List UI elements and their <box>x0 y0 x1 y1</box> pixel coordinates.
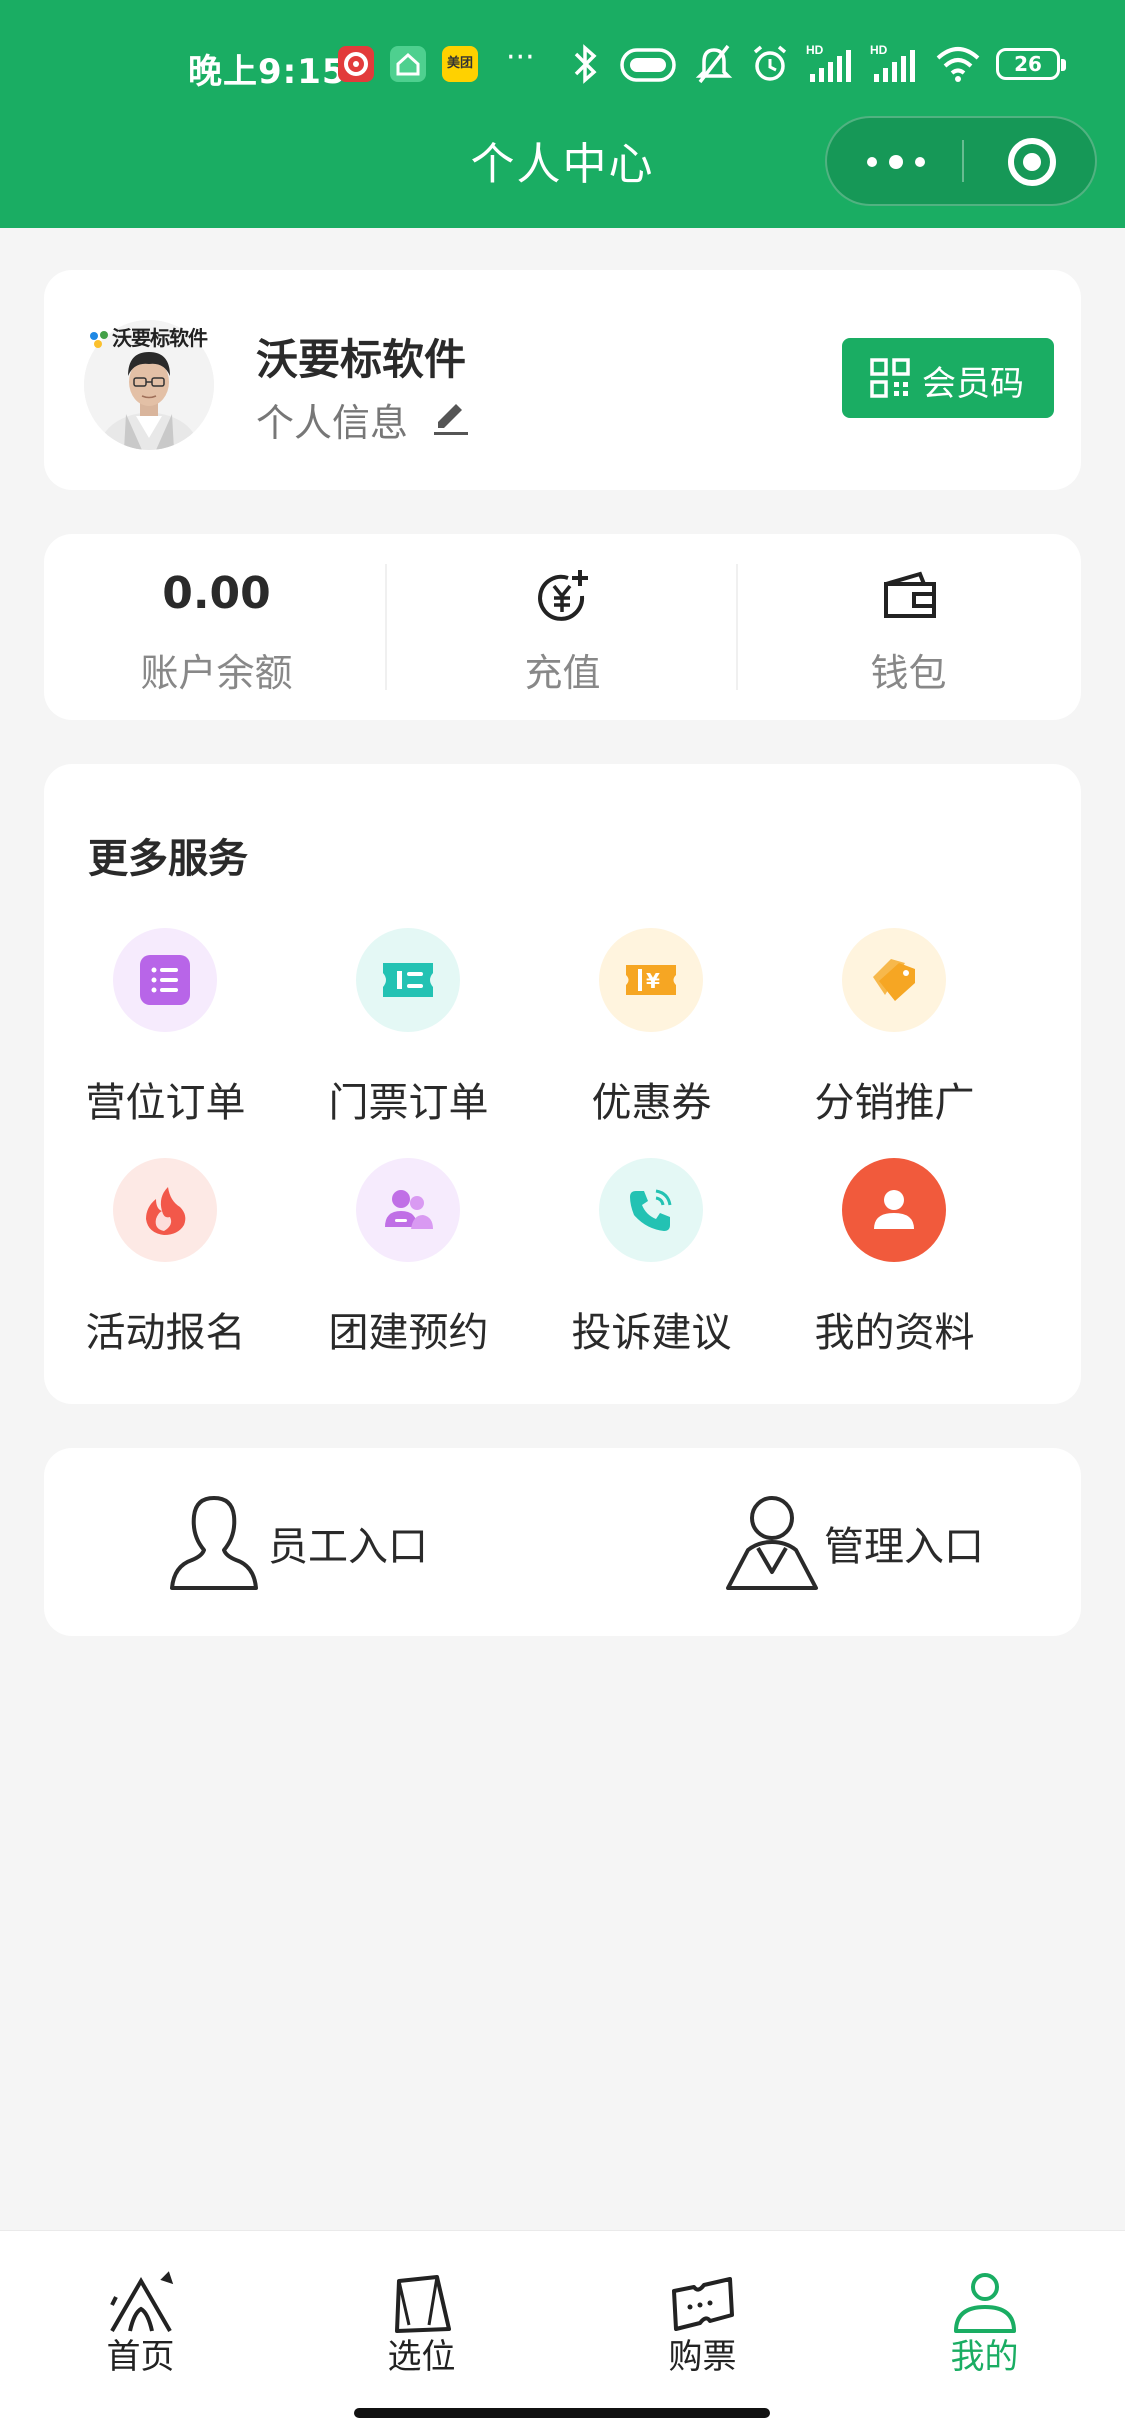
service-label: 投诉建议 <box>571 1310 732 1356</box>
coupon-icon: ¥ <box>599 928 703 1032</box>
service-team-building[interactable]: 团建预约 <box>287 1158 530 1378</box>
phone-icon <box>599 1158 703 1262</box>
svg-text:¥: ¥ <box>646 969 660 993</box>
house-app-icon <box>390 46 426 82</box>
wallet-icon <box>884 571 936 618</box>
service-label: 优惠券 <box>591 1080 712 1126</box>
service-distribution[interactable]: 分销推广 <box>773 928 1016 1148</box>
header-bar: 晚上9:15 美团 ··· HD HD 26 个人中心 <box>0 0 1125 228</box>
balance-value: 0.00 <box>162 568 271 619</box>
avatar-logo-text: 沃要标软件 <box>88 322 208 351</box>
tab-label: 购票 <box>668 2337 737 2377</box>
service-coupons[interactable]: ¥ 优惠券 <box>530 928 773 1148</box>
service-label: 活动报名 <box>85 1310 246 1356</box>
tab-select-site[interactable]: 选位 <box>281 2231 562 2391</box>
brand-logo-icon <box>90 330 108 348</box>
ticket-icon <box>356 928 460 1032</box>
tent-icon <box>110 2271 174 2333</box>
user-name: 沃要标软件 <box>256 335 467 384</box>
manager-icon <box>726 1496 818 1590</box>
netease-music-icon <box>338 46 374 82</box>
divider <box>385 564 387 690</box>
more-services-card: 更多服务 营位订单 门票订单 ¥ 优惠券 分销推广 活动报名 团建预约 投诉建议… <box>44 764 1081 1404</box>
balance-label: 账户余额 <box>140 651 293 695</box>
status-bar: 晚上9:15 美团 ··· HD HD 26 <box>0 40 1125 92</box>
tab-home[interactable]: 首页 <box>0 2231 281 2391</box>
person-tab-icon <box>954 2273 1016 2333</box>
alarm-icon <box>753 45 787 81</box>
service-my-profile[interactable]: 我的资料 <box>773 1158 1016 1378</box>
bottom-tab-bar: 首页 选位 购票 我的 <box>0 2230 1125 2436</box>
wallet-item[interactable]: 钱包 <box>736 534 1081 720</box>
wallet-label: 钱包 <box>870 651 947 695</box>
member-code-button[interactable]: 会员码 <box>842 338 1054 418</box>
svg-text:HD: HD <box>806 43 824 57</box>
staff-entry-button[interactable]: 员工入口 <box>44 1448 562 1636</box>
personal-info-link[interactable]: 个人信息 <box>256 392 408 447</box>
status-time: 晚上9:15 <box>188 52 347 92</box>
recharge-item[interactable]: 充值 <box>390 534 735 720</box>
close-miniprogram-button[interactable] <box>964 118 1097 204</box>
more-dot-icon <box>889 155 903 169</box>
staff-icon <box>170 1496 258 1590</box>
bluetooth-icon <box>574 44 597 84</box>
services-title: 更多服务 <box>88 836 248 882</box>
manager-entry-button[interactable]: 管理入口 <box>562 1448 1080 1636</box>
service-label: 团建预约 <box>328 1310 489 1356</box>
account-stats-card: 0.00 账户余额 充值 钱包 <box>44 534 1081 720</box>
service-label: 分销推广 <box>814 1080 975 1126</box>
service-label: 营位订单 <box>85 1080 246 1126</box>
more-button[interactable] <box>827 118 962 204</box>
tab-label: 选位 <box>387 2337 456 2377</box>
tab-label: 首页 <box>106 2337 175 2377</box>
bag-icon <box>395 2275 451 2333</box>
target-icon <box>1008 138 1056 186</box>
personal-info-label: 个人信息 <box>256 401 409 445</box>
svg-text:HD: HD <box>870 43 888 57</box>
entry-card: 员工入口 管理入口 <box>44 1448 1081 1636</box>
tab-label: 我的 <box>950 2337 1019 2377</box>
tab-buy-ticket[interactable]: 购票 <box>562 2231 843 2391</box>
home-indicator[interactable] <box>354 2408 770 2418</box>
member-code-label: 会员码 <box>922 364 1024 404</box>
miniprogram-capsule <box>825 116 1097 206</box>
battery-icon: 26 <box>996 48 1066 80</box>
service-complaints[interactable]: 投诉建议 <box>530 1158 773 1378</box>
signal-hd-icon: HD <box>806 43 851 82</box>
list-icon <box>113 928 217 1032</box>
service-label: 我的资料 <box>814 1310 975 1356</box>
service-campsite-orders[interactable]: 营位订单 <box>44 928 287 1148</box>
recharge-label: 充值 <box>524 651 601 695</box>
edit-icon[interactable] <box>430 394 470 436</box>
mute-bell-icon <box>695 44 733 84</box>
manager-entry-label: 管理入口 <box>824 1524 984 1570</box>
more-dot-icon <box>867 157 877 167</box>
flame-icon <box>113 1158 217 1262</box>
status-more-icon: ··· <box>506 40 535 75</box>
ticket-tab-icon <box>672 2277 734 2331</box>
logo-text: 沃要标软件 <box>112 326 208 350</box>
service-label: 门票订单 <box>328 1080 489 1126</box>
staff-entry-label: 员工入口 <box>268 1524 428 1570</box>
meituan-icon: 美团 <box>442 46 478 82</box>
tab-mine[interactable]: 我的 <box>844 2231 1125 2391</box>
user-icon <box>842 1158 946 1262</box>
yuan-plus-icon <box>538 570 588 621</box>
balance-item[interactable]: 0.00 账户余额 <box>44 534 389 720</box>
toggle-icon <box>620 48 676 82</box>
more-dot-icon <box>915 157 925 167</box>
wifi-icon <box>936 47 980 82</box>
signal-hd-icon-2: HD <box>870 43 915 82</box>
service-event-signup[interactable]: 活动报名 <box>44 1158 287 1378</box>
profile-card: 沃要标软件 沃要标软件 个人信息 会员码 <box>44 270 1081 490</box>
qr-code-icon <box>870 358 910 398</box>
service-ticket-orders[interactable]: 门票订单 <box>287 928 530 1148</box>
group-icon <box>356 1158 460 1262</box>
tag-icon <box>842 928 946 1032</box>
